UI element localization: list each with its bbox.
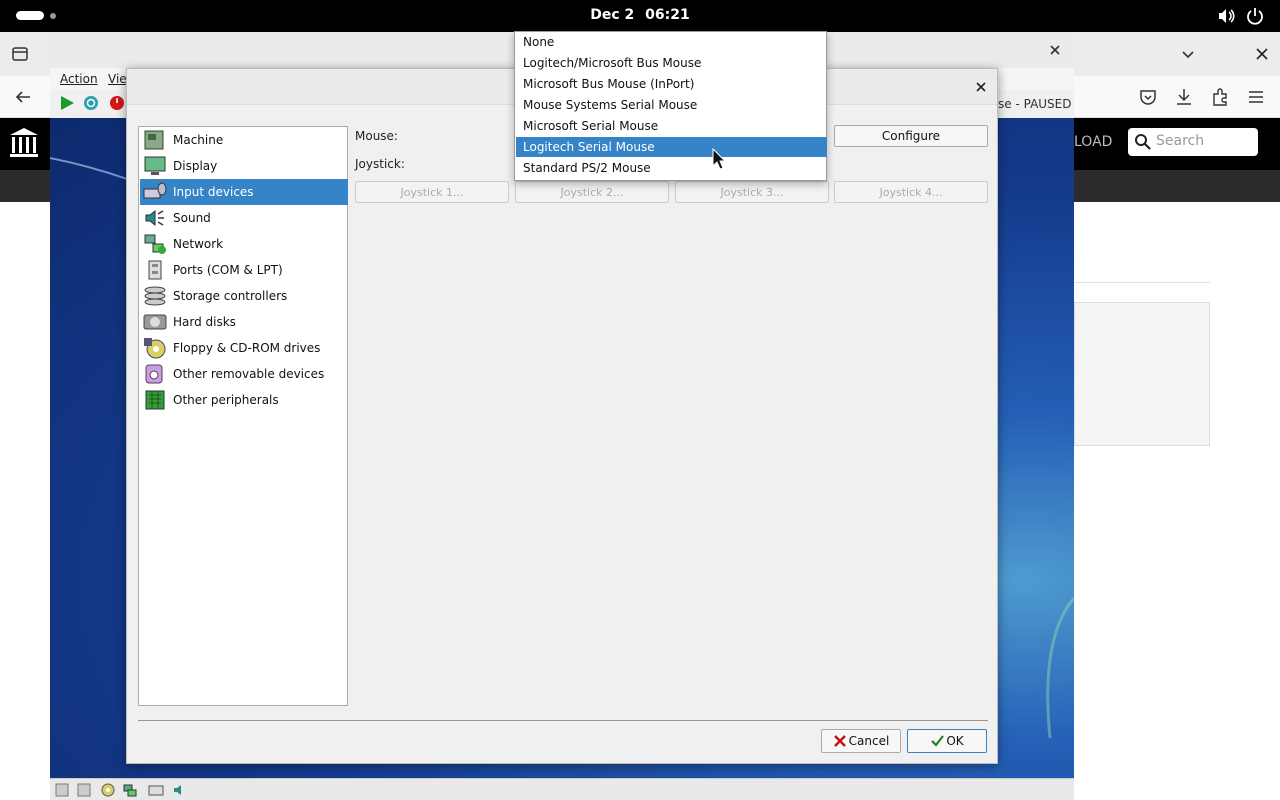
play-icon[interactable] [58, 94, 76, 112]
category-floppy-cdrom[interactable]: Floppy & CD-ROM drives [140, 335, 348, 361]
close-icon[interactable] [1252, 44, 1272, 64]
category-label: Hard disks [173, 315, 236, 329]
chevron-down-icon[interactable] [1178, 44, 1198, 64]
divider [138, 720, 988, 721]
joystick-4-button[interactable]: Joystick 4... [834, 181, 988, 203]
upload-link[interactable]: LOAD [1074, 134, 1112, 150]
ok-label: OK [946, 734, 964, 748]
mouse-pointer-icon [712, 148, 726, 170]
category-storage-controllers[interactable]: Storage controllers [140, 283, 348, 309]
power-icon[interactable] [1245, 6, 1265, 26]
hard-disk-icon [143, 314, 167, 330]
floppy-status-icon[interactable] [76, 782, 92, 798]
emulator-status-bar [50, 778, 1074, 800]
configure-mouse-button[interactable]: Configure [834, 125, 988, 147]
category-label: Other peripherals [173, 393, 279, 407]
category-removable-devices[interactable]: Other removable devices [140, 361, 348, 387]
menu-view[interactable]: Vie [108, 72, 127, 86]
category-label: Input devices [173, 185, 254, 199]
category-display[interactable]: Display [140, 153, 348, 179]
hamburger-menu-icon[interactable] [1245, 86, 1267, 108]
category-machine[interactable]: Machine [140, 127, 348, 153]
mouse-type-dropdown-list: None Logitech/Microsoft Bus Mouse Micros… [514, 31, 827, 181]
pocket-icon[interactable] [1137, 86, 1159, 108]
removable-devices-icon [145, 364, 163, 384]
divider [1074, 282, 1210, 283]
keyboard-status-icon[interactable] [148, 782, 164, 798]
mouse-label: Mouse: [355, 129, 398, 143]
settings-category-list: Machine Display Input devices Sound Netw… [138, 126, 348, 706]
category-ports[interactable]: Ports (COM & LPT) [140, 257, 348, 283]
category-network[interactable]: Network [140, 231, 348, 257]
download-icon[interactable] [1173, 86, 1195, 108]
category-label: Other removable devices [173, 367, 325, 381]
category-label: Display [173, 159, 218, 173]
content-card [1074, 302, 1210, 446]
category-label: Network [173, 237, 224, 251]
cancel-icon [833, 735, 846, 747]
ok-icon [931, 735, 945, 747]
archive-logo-icon[interactable] [8, 126, 40, 160]
tab-list-icon[interactable] [10, 44, 30, 64]
category-hard-disks[interactable]: Hard disks [140, 309, 348, 335]
mouse-option-standard-ps2[interactable]: Standard PS/2 Mouse [516, 158, 827, 178]
storage-controllers-icon [144, 286, 166, 306]
mouse-option-microsoft-serial[interactable]: Microsoft Serial Mouse [516, 116, 827, 136]
network-icon [144, 234, 166, 254]
mouse-option-mouse-systems-serial[interactable]: Mouse Systems Serial Mouse [516, 95, 827, 115]
sound-icon [145, 209, 164, 227]
category-other-peripherals[interactable]: Other peripherals [140, 387, 348, 413]
reset-icon[interactable] [82, 94, 100, 112]
mouse-option-microsoft-bus-inport[interactable]: Microsoft Bus Mouse (InPort) [516, 74, 827, 94]
close-icon[interactable] [1046, 41, 1064, 59]
back-arrow-icon[interactable] [12, 86, 34, 108]
search-icon [1135, 134, 1151, 150]
power-icon[interactable] [108, 94, 126, 112]
ok-button[interactable]: OK [907, 729, 987, 753]
extensions-icon[interactable] [1209, 86, 1231, 108]
display-icon [144, 156, 166, 175]
cancel-label: Cancel [848, 734, 890, 748]
volume-icon[interactable] [1216, 6, 1236, 26]
category-label: Sound [173, 211, 211, 225]
category-label: Machine [173, 133, 224, 147]
machine-icon [144, 130, 164, 150]
category-sound[interactable]: Sound [140, 205, 348, 231]
floppy-status-icon[interactable] [54, 782, 70, 798]
clock-time: 06:21 [645, 7, 690, 23]
joystick-3-button[interactable]: Joystick 3... [675, 181, 829, 203]
menu-action[interactable]: Action [60, 72, 98, 86]
emulator-status-text: se - PAUSED [998, 97, 1072, 111]
joystick-label: Joystick: [355, 157, 405, 171]
system-top-bar: Dec 2 06:21 [0, 0, 1280, 32]
search-placeholder: Search [1156, 133, 1205, 149]
clock[interactable]: Dec 2 06:21 [0, 7, 1280, 23]
sound-status-icon[interactable] [172, 782, 188, 798]
floppy-cdrom-icon [144, 338, 166, 359]
site-search-input[interactable]: Search [1128, 128, 1258, 156]
joystick-1-button[interactable]: Joystick 1... [355, 181, 509, 203]
category-label: Floppy & CD-ROM drives [173, 341, 321, 355]
input-devices-icon [143, 182, 167, 199]
cancel-button[interactable]: Cancel [821, 729, 901, 753]
mouse-option-none[interactable]: None [516, 32, 827, 52]
peripherals-icon [145, 390, 165, 410]
mouse-option-logitech-serial[interactable]: Logitech Serial Mouse [516, 137, 827, 157]
mouse-option-logitech-microsoft-bus[interactable]: Logitech/Microsoft Bus Mouse [516, 53, 827, 73]
clock-date: Dec 2 [590, 7, 635, 23]
ports-icon [148, 260, 162, 280]
network-status-icon[interactable] [122, 782, 138, 798]
joystick-2-button[interactable]: Joystick 2... [515, 181, 669, 203]
category-input-devices[interactable]: Input devices [140, 179, 348, 205]
category-label: Storage controllers [173, 289, 288, 303]
category-label: Ports (COM & LPT) [173, 263, 283, 277]
cdrom-status-icon[interactable] [100, 782, 116, 798]
close-icon[interactable] [972, 78, 990, 96]
